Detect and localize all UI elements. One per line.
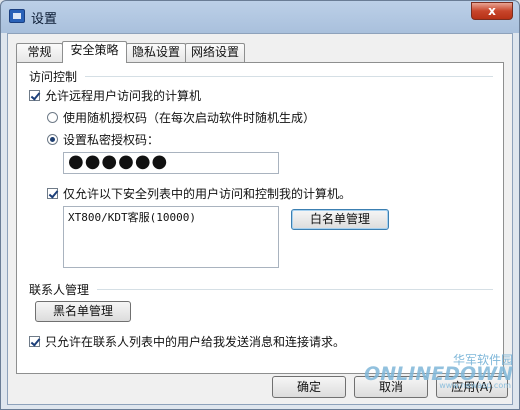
private-code-input[interactable]: ●●●●●● xyxy=(63,152,279,174)
checkbox-box[interactable] xyxy=(47,188,58,199)
title-bar[interactable]: 设置 x xyxy=(1,1,519,31)
radio-circle[interactable] xyxy=(47,112,58,123)
tab-security-policy[interactable]: 安全策略 xyxy=(62,41,127,63)
allow-remote-label: 允许远程用户访问我的计算机 xyxy=(45,89,202,103)
whitelist-manage-button[interactable]: 白名单管理 xyxy=(291,209,389,230)
security-policy-panel: 访问控制 允许远程用户访问我的计算机 使用随机授权码（在每次启动软件时随机生成）… xyxy=(16,62,504,374)
contacts-only-checkbox[interactable]: 只允许在联系人列表中的用户给我发送消息和连接请求。 xyxy=(29,333,345,350)
close-button[interactable]: x xyxy=(471,2,513,20)
contacts-title: 联系人管理 xyxy=(29,283,90,297)
whitelist-only-label: 仅允许以下安全列表中的用户访问和控制我的计算机。 xyxy=(63,187,352,201)
group-divider xyxy=(85,76,493,77)
apply-button[interactable]: 应用(A) xyxy=(436,376,508,398)
cancel-button[interactable]: 取消 xyxy=(354,376,428,398)
ok-button[interactable]: 确定 xyxy=(272,376,346,398)
checkbox-box[interactable] xyxy=(29,336,40,347)
allow-remote-checkbox[interactable]: 允许远程用户访问我的计算机 xyxy=(29,87,201,104)
contacts-only-label: 只允许在联系人列表中的用户给我发送消息和连接请求。 xyxy=(45,335,346,349)
private-code-label: 设置私密授权码： xyxy=(63,133,160,147)
whitelist-only-checkbox[interactable]: 仅允许以下安全列表中的用户访问和控制我的计算机。 xyxy=(47,185,351,202)
tab-network[interactable]: 网络设置 xyxy=(185,43,245,62)
private-code-radio[interactable]: 设置私密授权码： xyxy=(47,131,159,148)
random-code-radio[interactable]: 使用随机授权码（在每次启动软件时随机生成） xyxy=(47,109,315,126)
window-title: 设置 xyxy=(31,12,58,27)
app-icon xyxy=(9,9,25,23)
checkbox-box[interactable] xyxy=(29,90,40,101)
access-control-title: 访问控制 xyxy=(29,70,78,84)
whitelist-listbox[interactable]: XT800/KDT客服(10000) xyxy=(63,206,279,268)
blacklist-manage-button[interactable]: 黑名单管理 xyxy=(35,301,131,322)
random-code-label: 使用随机授权码（在每次启动软件时随机生成） xyxy=(63,111,316,125)
list-item[interactable]: XT800/KDT客服(10000) xyxy=(68,209,274,225)
tab-privacy[interactable]: 隐私设置 xyxy=(126,43,186,62)
dialog-body: 常规 安全策略 隐私设置 网络设置 访问控制 允许远程用户访问我的计算机 使用随… xyxy=(7,33,513,405)
radio-circle[interactable] xyxy=(47,134,58,145)
settings-window: 设置 x 常规 安全策略 隐私设置 网络设置 访问控制 允许远程用户访问我的计算… xyxy=(0,0,520,410)
tab-general[interactable]: 常规 xyxy=(16,43,63,62)
group-divider xyxy=(97,289,493,290)
